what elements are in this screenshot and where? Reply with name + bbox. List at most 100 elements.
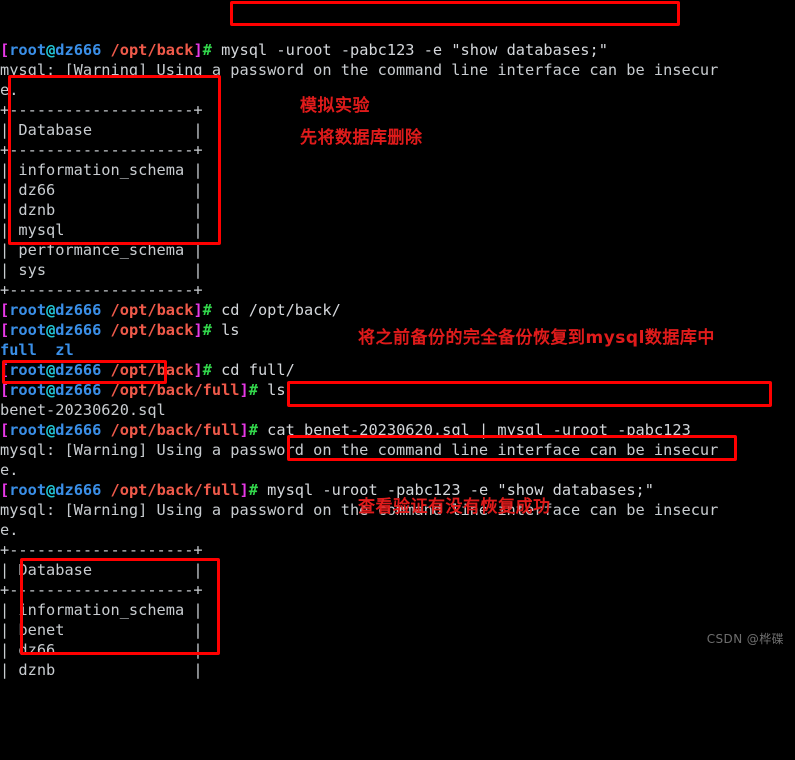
terminal-command-line[interactable]: [root@dz666 /opt/back/full]# ls <box>0 380 795 400</box>
prompt-cwd: /opt/back/full <box>101 421 240 439</box>
terminal-output-text: +--------------------+ <box>0 101 203 119</box>
terminal-output-text: +--------------------+ <box>0 541 203 559</box>
prompt-cwd: /opt/back <box>101 301 194 319</box>
terminal-command-line[interactable]: [root@dz666 /opt/back]# mysql -uroot -pa… <box>0 40 795 60</box>
prompt-close-bracket: ] <box>193 301 203 319</box>
terminal-command-text: cd /opt/back/ <box>211 301 341 319</box>
prompt-host: dz666 <box>55 321 102 339</box>
terminal-output-line: e. <box>0 80 795 100</box>
terminal-command-text: ls <box>211 321 240 339</box>
prompt-close-bracket: ] <box>193 41 203 59</box>
prompt-host: dz666 <box>55 301 102 319</box>
prompt-hash: # <box>248 381 258 399</box>
terminal-output-text: | dz66 | <box>0 181 203 199</box>
terminal-output-text: +--------------------+ <box>0 581 203 599</box>
terminal-output-line: | performance_schema | <box>0 240 795 260</box>
prompt-at-sign: @ <box>46 361 56 379</box>
note-restore: 将之前备份的完全备份恢复到mysql数据库中 <box>358 328 715 348</box>
prompt-host: dz666 <box>55 381 102 399</box>
prompt-open-bracket: [ <box>0 381 10 399</box>
prompt-at-sign: @ <box>46 481 56 499</box>
terminal-output-line: +--------------------+ <box>0 540 795 560</box>
terminal-command-text: ls <box>257 381 286 399</box>
prompt-host: dz666 <box>55 41 102 59</box>
terminal-output-text: e. <box>0 81 19 99</box>
prompt-host: dz666 <box>55 361 102 379</box>
prompt-host: dz666 <box>55 421 102 439</box>
terminal-output-text: | mysql | <box>0 221 203 239</box>
terminal-output-text: | information_schema | <box>0 161 203 179</box>
prompt-open-bracket: [ <box>0 41 10 59</box>
prompt-user: root <box>9 301 47 319</box>
prompt-close-bracket: ] <box>193 361 203 379</box>
terminal-window[interactable]: [root@dz666 /opt/back]# mysql -uroot -pa… <box>0 0 795 679</box>
prompt-hash: # <box>202 361 212 379</box>
terminal-output-line: | mysql | <box>0 220 795 240</box>
terminal-output-text: | information_schema | <box>0 601 203 619</box>
terminal-output-line: | dz66 | <box>0 640 795 660</box>
prompt-cwd: /opt/back <box>101 41 194 59</box>
terminal-output-text: mysql: [Warning] Using a password on the… <box>0 61 719 79</box>
prompt-close-bracket: ] <box>239 481 249 499</box>
prompt-cwd: /opt/back/full <box>101 381 240 399</box>
prompt-user: root <box>9 321 47 339</box>
prompt-user: root <box>9 421 47 439</box>
prompt-open-bracket: [ <box>0 421 10 439</box>
box-cmd-show-databases-1 <box>230 1 680 26</box>
terminal-output-line: | dznb | <box>0 660 795 680</box>
prompt-user: root <box>9 361 47 379</box>
prompt-close-bracket: ] <box>239 381 249 399</box>
terminal-command-text: cat benet-20230620.sql | mysql -uroot -p… <box>257 421 691 439</box>
directory-listing-entry: full zl <box>0 341 74 359</box>
terminal-command-line[interactable]: [root@dz666 /opt/back]# cd /opt/back/ <box>0 300 795 320</box>
terminal-output-text: | benet | <box>0 621 203 639</box>
prompt-at-sign: @ <box>46 381 56 399</box>
prompt-at-sign: @ <box>46 321 56 339</box>
prompt-open-bracket: [ <box>0 481 10 499</box>
prompt-hash: # <box>202 321 212 339</box>
prompt-at-sign: @ <box>46 301 56 319</box>
prompt-user: root <box>9 381 47 399</box>
terminal-command-line[interactable]: [root@dz666 /opt/back]# cd full/ <box>0 360 795 380</box>
csdn-watermark: CSDN @桦碟 <box>706 632 784 646</box>
prompt-host: dz666 <box>55 481 102 499</box>
terminal-output-line: +--------------------+ <box>0 580 795 600</box>
prompt-at-sign: @ <box>46 421 56 439</box>
terminal-output-text: | dznb | <box>0 661 203 679</box>
terminal-output-line: | information_schema | <box>0 600 795 620</box>
terminal-output-line: +--------------------+ <box>0 100 795 120</box>
terminal-output-text: +--------------------+ <box>0 141 203 159</box>
prompt-open-bracket: [ <box>0 301 10 319</box>
terminal-command-text: cd full/ <box>211 361 295 379</box>
prompt-open-bracket: [ <box>0 361 10 379</box>
prompt-close-bracket: ] <box>193 321 203 339</box>
terminal-output-text: mysql: [Warning] Using a password on the… <box>0 441 719 459</box>
terminal-output-text: e. <box>0 521 19 539</box>
prompt-hash: # <box>248 421 258 439</box>
prompt-cwd: /opt/back <box>101 321 194 339</box>
terminal-output-line: mysql: [Warning] Using a password on the… <box>0 440 795 460</box>
prompt-cwd: /opt/back/full <box>101 481 240 499</box>
terminal-output-text: | performance_schema | <box>0 241 203 259</box>
terminal-command-line[interactable]: [root@dz666 /opt/back/full]# cat benet-2… <box>0 420 795 440</box>
terminal-output-text: | dz66 | <box>0 641 203 659</box>
terminal-output-text: | Database | <box>0 561 203 579</box>
terminal-output-text: | Database | <box>0 121 203 139</box>
terminal-output-line: | Database | <box>0 560 795 580</box>
terminal-output-text: | sys | <box>0 261 203 279</box>
terminal-output-line: +--------------------+ <box>0 280 795 300</box>
terminal-output-line: | dz66 | <box>0 180 795 200</box>
terminal-output-line: mysql: [Warning] Using a password on the… <box>0 60 795 80</box>
prompt-user: root <box>9 41 47 59</box>
note-drop-db: 先将数据库删除 <box>300 128 423 148</box>
terminal-command-text: mysql -uroot -pabc123 -e "show databases… <box>211 41 608 59</box>
terminal-output-line: e. <box>0 520 795 540</box>
prompt-hash: # <box>202 41 212 59</box>
prompt-close-bracket: ] <box>239 421 249 439</box>
terminal-output-text: +--------------------+ <box>0 281 203 299</box>
terminal-output-text: | dznb | <box>0 201 203 219</box>
terminal-output-line: benet-20230620.sql <box>0 400 795 420</box>
note-verify: 查看验证有没有恢复成功 <box>358 497 551 517</box>
terminal-output-text: e. <box>0 461 19 479</box>
terminal-output-text: benet-20230620.sql <box>0 401 166 419</box>
